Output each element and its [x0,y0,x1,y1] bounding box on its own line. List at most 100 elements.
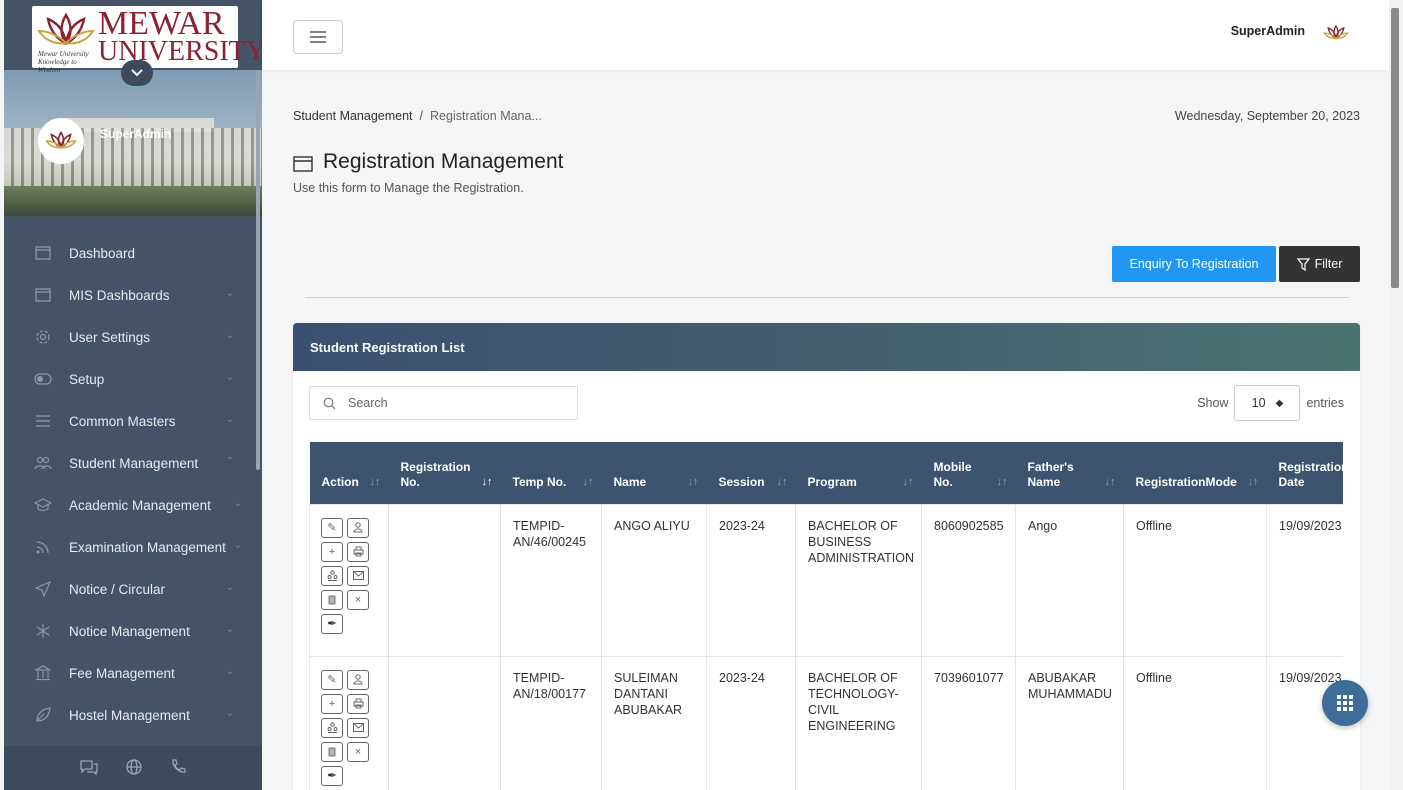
sidebar-scrollbar[interactable] [256,70,260,470]
paper-plane-icon [34,580,52,598]
menu-toggle-button[interactable] [293,20,343,54]
globe-icon[interactable] [125,758,143,779]
page-title-text: Registration Management [323,150,564,173]
column-header-registration-mode[interactable]: RegistrationMode ↓↑ [1123,442,1267,504]
column-header-program[interactable]: Program ↓↑ [795,442,922,504]
sidebar-item-label: Common Masters [69,413,176,429]
table-header-row: Action ↓↑ Registration No. ↓↑ Temp No. ↓↑ N… [309,442,1344,504]
sort-icon[interactable]: ↓↑ [1248,475,1259,490]
edit-icon[interactable]: ✎ [321,669,343,690]
sidebar-collapse-button[interactable] [121,60,153,86]
column-header-label: Action [321,474,359,489]
temp-no-cell: TEMPID-AN/46/00245 [500,503,602,657]
name-cell: SULEIMAN DANTANI ABUBAKAR [601,655,707,790]
sidebar-item-common-masters[interactable]: Common Masters ⌄ [4,400,262,442]
column-header-name[interactable]: Name ↓↑ [601,442,707,504]
sidebar-item-dashboard[interactable]: Dashboard [4,232,262,274]
users-icon[interactable] [321,565,343,586]
user-icon[interactable] [347,669,369,690]
table-row: ✎ + × ✒ TEMPID-AN/18/00177 SULEIMAN DANT… [309,655,1343,790]
apps-grid-button[interactable] [1322,680,1368,726]
menu-lines-icon [34,412,52,430]
sidebar-item-notice-circular[interactable]: Notice / Circular ⌄ [4,568,262,610]
registration-date-cell: 19/09/2023 [1266,655,1343,790]
sort-ascending-icon[interactable]: ↓↑ [482,475,493,490]
chevron-down-icon [131,69,143,77]
column-header-session[interactable]: Session ↓↑ [706,442,796,504]
mail-icon[interactable] [347,717,369,738]
sidebar-item-examination-management[interactable]: Examination Management ⌄ [4,526,262,568]
page-scrollbar-thumb[interactable] [1391,8,1399,288]
sort-icon[interactable]: ↓↑ [997,475,1008,490]
users-icon[interactable] [321,717,343,738]
column-header-fathers-name[interactable]: Father's Name ↓↑ [1015,442,1124,504]
sidebar-item-mis-dashboards[interactable]: MIS Dashboards ⌄ [4,274,262,316]
page-title: Registration Management [293,150,563,174]
column-header-action[interactable]: Action ↓↑ [309,442,389,504]
sort-icon[interactable]: ↓↑ [688,475,699,490]
sort-icon[interactable]: ↓↑ [370,475,381,490]
entries-select[interactable]: 10 ◆ [1234,385,1301,421]
close-icon[interactable]: × [347,589,369,610]
breadcrumb-root-link[interactable]: Student Management [293,109,413,123]
search-field[interactable] [309,386,578,420]
pen-icon[interactable]: ✒ [321,613,343,634]
user-icon[interactable] [347,517,369,538]
mobile-cell: 7039601077 [921,655,1016,790]
name-cell: ANGO ALIYU [601,503,707,657]
close-icon[interactable]: × [347,741,369,762]
document-icon[interactable] [321,589,343,610]
registration-no-cell [388,503,501,657]
program-cell: BACHELOR OF TECHNOLOGY-CIVIL ENGINEERING [795,655,922,790]
registration-table-container[interactable]: Action ↓↑ Registration No. ↓↑ Temp No. ↓↑ N… [309,442,1343,790]
sort-icon[interactable]: ↓↑ [903,475,914,490]
chat-icon[interactable] [79,758,99,779]
avatar[interactable] [38,118,84,164]
pen-icon[interactable]: ✒ [321,765,343,786]
sidebar-item-student-management[interactable]: Student Management ⌃ [4,442,262,484]
sidebar-item-academic-management[interactable]: Academic Management ⌄ [4,484,262,526]
phone-icon[interactable] [169,758,187,779]
filter-button[interactable]: Filter [1279,246,1360,282]
sort-icon[interactable]: ↓↑ [583,475,594,490]
row-actions: ✎ + × ✒ [321,517,369,634]
sidebar-item-label: Student Management [69,455,199,471]
sidebar-item-notice-management[interactable]: Notice Management ⌄ [4,610,262,652]
column-header-temp-no[interactable]: Temp No. ↓↑ [500,442,602,504]
sidebar-item-setup[interactable]: Setup ⌄ [4,358,262,400]
mail-icon[interactable] [347,565,369,586]
column-header-registration-date[interactable]: Registration Date [1266,442,1344,504]
edit-icon[interactable]: ✎ [321,517,343,538]
sidebar: MEWAR UNIVERSITY Mewar University Knowle… [4,0,262,790]
column-header-registration-no[interactable]: Registration No. ↓↑ [388,442,501,504]
add-icon[interactable]: + [321,693,343,714]
sidebar-item-hostel-management[interactable]: Hostel Management ⌄ [4,694,262,736]
column-header-label: RegistrationMode [1135,474,1237,489]
user-avatar-logo-icon[interactable] [1323,22,1349,46]
chevron-up-icon: ⌃ [225,456,234,467]
header-user-name[interactable]: SuperAdmin [1231,24,1305,38]
graduation-cap-icon [34,496,52,514]
sidebar-item-user-settings[interactable]: User Settings ⌄ [4,316,262,358]
row-actions: ✎ + × ✒ [321,669,369,786]
sort-icon[interactable]: ↓↑ [777,475,788,490]
university-logo[interactable]: MEWAR UNIVERSITY Mewar University Knowle… [32,6,262,74]
father-name-cell: ABUBAKAR MUHAMMADU [1015,655,1124,790]
print-icon[interactable] [347,541,369,562]
chevron-down-icon: ⌄ [225,624,234,635]
temp-no-cell: TEMPID-AN/18/00177 [500,655,602,790]
search-input[interactable] [348,396,548,410]
print-icon[interactable] [347,693,369,714]
sidebar-item-label: Dashboard [69,245,136,261]
enquiry-to-registration-button[interactable]: Enquiry To Registration [1112,246,1276,282]
mobile-cell: 8060902585 [921,503,1016,657]
document-icon[interactable] [321,741,343,762]
column-header-label: Father's Name [1027,459,1074,489]
sidebar-item-fee-management[interactable]: Fee Management ⌄ [4,652,262,694]
add-icon[interactable]: + [321,541,343,562]
registration-mode-cell: Offline [1123,503,1267,657]
sort-icon[interactable]: ↓↑ [1105,475,1116,490]
column-header-mobile-no[interactable]: Mobile No. ↓↑ [921,442,1016,504]
column-header-label: Registration Date [1278,459,1344,489]
breadcrumb: Student Management / Registration Mana... [293,109,542,123]
